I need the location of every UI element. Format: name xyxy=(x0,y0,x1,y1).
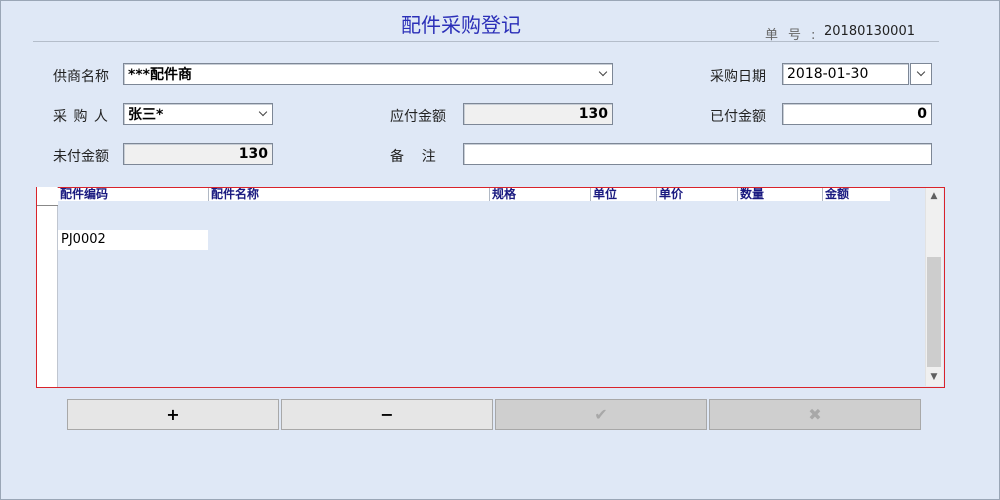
chevron-down-icon[interactable]: ▼ xyxy=(925,369,943,385)
confirm-button[interactable]: ✔ xyxy=(495,399,707,430)
column-header-part-name[interactable]: 配件名称 xyxy=(209,188,490,201)
paid-value: 0 xyxy=(917,106,927,122)
buyer-select[interactable]: 张三* xyxy=(123,103,273,125)
table-row-part-code-cell[interactable]: PJ0002 xyxy=(58,230,208,250)
column-header-spec[interactable]: 规格 xyxy=(490,188,591,201)
chevron-up-icon[interactable]: ▲ xyxy=(925,188,943,204)
purchase-date-label: 采购日期 xyxy=(710,69,766,85)
grid-corner xyxy=(37,188,58,206)
chevron-down-icon xyxy=(916,69,926,79)
payable-value: 130 xyxy=(578,106,608,122)
supplier-value: ***配件商 xyxy=(128,67,192,83)
unpaid-field: 130 xyxy=(123,143,273,165)
column-header-part-code[interactable]: 配件编码 xyxy=(58,188,209,201)
paid-input[interactable]: 0 xyxy=(782,103,932,125)
grid-scrollbar-thumb[interactable] xyxy=(927,257,941,367)
date-picker-button[interactable] xyxy=(910,63,932,85)
payable-field: 130 xyxy=(463,103,613,125)
chevron-down-icon[interactable] xyxy=(598,69,608,79)
minus-icon: − xyxy=(380,405,394,424)
column-header-amount[interactable]: 金额 xyxy=(823,188,890,201)
remark-label: 备 注 xyxy=(390,149,436,165)
payable-label: 应付金额 xyxy=(390,109,446,125)
column-header-unit-price[interactable]: 单价 xyxy=(657,188,738,201)
chevron-down-icon[interactable] xyxy=(258,109,268,119)
row-header-column xyxy=(37,187,58,387)
purchase-date-value: 2018-01-30 xyxy=(787,66,869,82)
unpaid-value: 130 xyxy=(238,146,268,162)
add-row-button[interactable]: + xyxy=(67,399,279,430)
buyer-label: 采 购 人 xyxy=(53,109,109,125)
remove-row-button[interactable]: − xyxy=(281,399,493,430)
remark-input[interactable] xyxy=(463,143,932,165)
parts-grid[interactable] xyxy=(36,187,945,388)
close-icon: ✖ xyxy=(808,405,822,424)
supplier-select[interactable]: ***配件商 xyxy=(123,63,613,85)
paid-label: 已付金额 xyxy=(710,109,766,125)
column-header-unit[interactable]: 单位 xyxy=(591,188,657,201)
supplier-label: 供商名称 xyxy=(53,69,109,85)
unpaid-label: 未付金额 xyxy=(53,149,109,165)
check-icon: ✔ xyxy=(594,405,608,424)
plus-icon: + xyxy=(166,405,180,424)
title-divider xyxy=(33,41,939,42)
cancel-button[interactable]: ✖ xyxy=(709,399,921,430)
order-no-value: 20180130001 xyxy=(824,24,915,39)
buyer-value: 张三* xyxy=(128,107,164,123)
purchase-date-field[interactable]: 2018-01-30 xyxy=(782,63,909,85)
column-header-quantity[interactable]: 数量 xyxy=(738,188,823,201)
